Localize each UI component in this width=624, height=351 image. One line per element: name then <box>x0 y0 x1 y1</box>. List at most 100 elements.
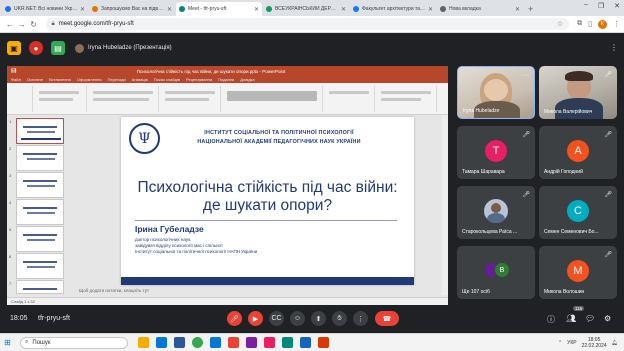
browser-tab-active[interactable]: Meet - tfr-pryu-sft ✕ <box>176 2 262 16</box>
app-icon[interactable] <box>264 337 275 348</box>
windows-start-icon[interactable]: ⊞ <box>4 338 16 347</box>
powerpoint-ribbon[interactable] <box>7 83 448 115</box>
menu-animations[interactable]: Анімація <box>132 77 148 82</box>
meeting-clock: 18:05 <box>10 315 28 322</box>
leave-call-button[interactable]: ☎ <box>375 311 399 326</box>
maximize-icon[interactable]: ❐ <box>598 2 604 10</box>
menu-transitions[interactable]: Переходи <box>108 77 126 82</box>
more-options-icon[interactable]: ⋮ <box>610 43 618 52</box>
new-tab-button[interactable]: + <box>528 2 533 16</box>
emoji-button[interactable]: ☺ <box>290 311 305 326</box>
current-slide[interactable]: Ψ ІНСТИТУТ СОЦІАЛЬНОЇ ТА ПОЛІТИЧНОЇ ПСИХ… <box>121 117 414 285</box>
close-tab-icon[interactable]: ✕ <box>515 6 520 13</box>
institute-name: ІНСТИТУТ СОЦІАЛЬНОЇ ТА ПОЛІТИЧНОЇ ПСИХОЛ… <box>197 130 361 145</box>
menu-review[interactable]: Рецензування <box>186 77 212 82</box>
meeting-code: tfr-pryu-sft <box>38 315 70 322</box>
close-tab-icon[interactable]: ✕ <box>254 6 259 13</box>
participant-tile[interactable]: Т 🎤︎ Тамара Шараварa <box>457 126 535 179</box>
browser-tab[interactable]: Запрошуємо Вас на підвищення✕ <box>89 2 175 16</box>
meet-top-bar: ▣ ● ▤ Iryna Hubeladze (Презентація) ⋮ <box>0 33 624 63</box>
powerpoint-icon[interactable] <box>318 337 329 348</box>
slide-thumbnail-selected[interactable] <box>16 118 64 144</box>
slide-thumbnail[interactable] <box>16 226 64 252</box>
presentation-toggle-icon[interactable]: ▣ <box>7 41 21 55</box>
stop-presenting-icon[interactable]: ● <box>29 41 43 55</box>
app-icon[interactable] <box>282 337 293 348</box>
captions-button[interactable]: CC <box>269 311 284 326</box>
forward-icon[interactable]: → <box>16 20 28 29</box>
close-window-icon[interactable]: ✕ <box>614 2 620 10</box>
extensions-icon[interactable]: ⧉ <box>577 20 582 28</box>
raise-hand-button[interactable]: ✋︎ <box>332 311 347 326</box>
participant-name: Микола Волошин <box>544 289 585 295</box>
sidepanel-icon[interactable]: ▯ <box>588 20 592 28</box>
browser-tab[interactable]: Факультет архітектури та дизайну✕ <box>350 2 436 16</box>
save-icon[interactable]: 💾︎ <box>11 68 17 74</box>
participant-avatar: С <box>567 200 589 222</box>
language-indicator[interactable]: УКР <box>567 340 576 346</box>
favicon-icon <box>353 6 359 12</box>
activities-icon[interactable]: ⚙ <box>604 314 611 323</box>
reload-icon[interactable]: ↻ <box>28 20 40 29</box>
minimize-icon[interactable]: − <box>584 2 588 10</box>
close-tab-icon[interactable]: ✕ <box>341 6 346 13</box>
slide-thumbnail[interactable] <box>16 199 64 225</box>
app-icon[interactable] <box>228 337 239 348</box>
more-participants-tile[interactable]: В Ще 107 осіб <box>457 246 535 299</box>
mail-icon[interactable] <box>210 337 221 348</box>
more-options-button[interactable]: ⋮ <box>353 311 368 326</box>
chat-icon[interactable]: 💬︎ <box>585 314 595 323</box>
browser-tab[interactable]: UKR.NET: Всі новини України ✕ <box>2 2 88 16</box>
participant-tile[interactable]: 🎤︎ Старокольцева Раїса ... <box>457 186 535 239</box>
bookmark-star-icon[interactable]: ☆ <box>557 20 563 28</box>
menu-file[interactable]: Файл <box>11 77 21 82</box>
present-button[interactable]: ⬆ <box>311 311 326 326</box>
menu-kebab-icon[interactable]: ⋮ <box>613 20 620 28</box>
vertical-scrollbar[interactable] <box>442 115 448 295</box>
people-icon[interactable]: 👥︎ <box>566 314 576 323</box>
camera-toggle-button[interactable]: ▶ <box>248 311 263 326</box>
lock-icon[interactable]: 🔒︎ <box>52 21 55 28</box>
word-icon[interactable] <box>174 337 185 348</box>
participant-avatar: А <box>567 140 589 162</box>
slide-thumbnail[interactable] <box>16 280 64 294</box>
browser-tab[interactable]: Нова вкладка ✕ <box>437 2 523 16</box>
participant-tile[interactable]: С 🎤︎ Семен Семенович Бо... <box>539 186 617 239</box>
app-icon[interactable] <box>246 337 257 348</box>
slide-thumbnail[interactable] <box>16 253 64 279</box>
participant-tile[interactable]: 🎤︎ Микола Валерійович <box>539 66 617 119</box>
menu-design[interactable]: Оформлення <box>77 77 102 82</box>
close-tab-icon[interactable]: ✕ <box>428 6 433 13</box>
menu-help[interactable]: Довідка <box>240 77 254 82</box>
browser-tab[interactable]: ВСЕУКРАЇНСЬКИЙ ДЕРЖАВНИЙ✕ <box>263 2 349 16</box>
taskbar-search[interactable]: ⌕ Пошук <box>20 336 128 349</box>
powerpoint-menu: Файл Основне Вставлення Оформлення Перех… <box>7 76 448 83</box>
participant-tile[interactable]: М 🎤︎ Микола Волошин <box>539 246 617 299</box>
mic-toggle-button[interactable]: 🎤︎ <box>227 311 242 326</box>
edge-icon[interactable] <box>156 337 167 348</box>
menu-insert[interactable]: Вставлення <box>49 77 71 82</box>
participant-tile[interactable]: ⋯ Iryna Hubeladze <box>457 66 535 119</box>
present-screen-icon[interactable]: ▤ <box>51 41 65 55</box>
taskbar-clock[interactable]: 18:05 22.02.2024 <box>582 337 607 349</box>
slide-thumbnail[interactable] <box>16 145 64 171</box>
menu-home[interactable]: Основне <box>27 77 43 82</box>
info-icon[interactable]: ⓘ <box>547 314 555 325</box>
menu-view[interactable]: Подання <box>218 77 234 82</box>
participant-tile[interactable]: А 🎤︎ Андрій Гоподний <box>539 126 617 179</box>
slide-thumbnail[interactable] <box>16 172 64 198</box>
notifications-icon[interactable]: 🔔︎ <box>612 340 618 346</box>
back-icon[interactable]: ← <box>4 20 16 29</box>
close-tab-icon[interactable]: ✕ <box>80 6 85 13</box>
notes-pane[interactable]: Щоб додати нотатки, клацніть тут <box>79 288 149 293</box>
profile-avatar[interactable]: К <box>597 19 607 29</box>
file-explorer-icon[interactable] <box>138 337 149 348</box>
url-field[interactable]: 🔒︎ meet.google.com/tfr-pryu-sft ☆ <box>45 18 570 30</box>
menu-slideshow[interactable]: Показ слайдів <box>154 77 180 82</box>
chrome-icon[interactable] <box>192 337 203 348</box>
close-tab-icon[interactable]: ✕ <box>167 6 172 13</box>
more-options-icon[interactable]: ⋯ <box>523 72 529 79</box>
favicon-icon <box>440 6 446 12</box>
app-icon[interactable] <box>300 337 311 348</box>
chevron-up-icon[interactable]: ⌃ <box>558 340 562 346</box>
